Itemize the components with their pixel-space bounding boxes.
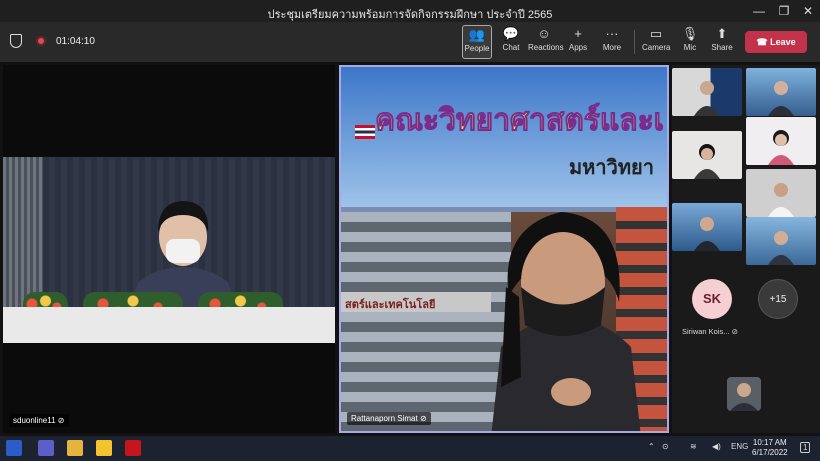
reactions-label: Reactions [528, 43, 564, 52]
participant-name: Siriwan Kois... ⊘ [682, 327, 738, 336]
participant-name-tag: sduonline11 ⊘ [9, 414, 69, 427]
windows-start-icon[interactable] [6, 440, 22, 456]
speaker-name: Rattanaporn Simat [351, 414, 418, 423]
apps-label: Apps [568, 43, 588, 52]
mic-label: Mic [683, 43, 697, 52]
participant-thumbnail [768, 183, 794, 217]
speaker-name-tag: Rattanaporn Simat ⊘ [347, 412, 431, 425]
more-participants-button[interactable]: +15 [758, 279, 798, 319]
gallery-tile[interactable] [746, 117, 816, 165]
conference-table [3, 307, 335, 343]
notification-badge[interactable]: 1 [800, 442, 811, 453]
language-indicator[interactable]: ENG [731, 442, 748, 451]
people-icon: 👥 [468, 27, 486, 42]
reactions-button[interactable]: ☺ Reactions [528, 25, 564, 59]
participant-gallery: SK +15 Siriwan Kois... ⊘ [672, 65, 820, 433]
video-stage: sduonline11 ⊘ คณะวิทยาศาสตร์และเ มหาวิทย… [0, 62, 820, 436]
participant-name-text: Siriwan Kois... [682, 327, 730, 336]
teams-icon[interactable] [38, 440, 54, 456]
leave-button[interactable]: ☎ Leave [745, 31, 807, 53]
participant-name: sduonline11 [13, 416, 56, 425]
windows-taskbar: ⌃ ⊙ ≋ ◀) ENG 10:17 AM 6/17/2022 1 [0, 436, 820, 461]
muted-icon: ⊘ [57, 416, 65, 425]
shield-icon[interactable] [10, 34, 22, 48]
meeting-room-video [3, 157, 335, 343]
apps-button[interactable]: + Apps [565, 25, 591, 59]
minimize-button[interactable]: — [748, 2, 770, 20]
clock-date: 6/17/2022 [752, 448, 788, 457]
participant-thumbnail [768, 130, 794, 165]
gallery-tile[interactable] [746, 169, 816, 217]
restore-button[interactable]: ❐ [773, 2, 795, 20]
self-view[interactable] [727, 377, 761, 411]
more-label: More [602, 43, 622, 52]
participant-thumbnail [768, 231, 794, 265]
volume-icon[interactable]: ◀) [712, 442, 721, 451]
participant-thumbnail [768, 81, 794, 116]
faculty-banner-text: คณะวิทยาศาสตร์และเ [375, 104, 665, 138]
meeting-toolbar: 01:04:10 👥 People 💬 Chat ☺ Reactions + A… [0, 22, 820, 62]
pdf-reader-icon[interactable] [125, 440, 141, 456]
people-label: People [464, 44, 490, 53]
wifi-icon[interactable]: ≋ [690, 442, 697, 451]
gallery-tile[interactable] [672, 68, 742, 116]
apps-icon: + [574, 26, 582, 41]
chevron-up-icon[interactable]: ⌃ [648, 442, 655, 451]
video-tile-active-speaker[interactable]: คณะวิทยาศาสตร์และเ มหาวิทยา สตร์และเทคโน… [339, 65, 669, 433]
speaker-video [491, 212, 641, 431]
reactions-icon: ☺ [537, 26, 551, 41]
video-tile-sduonline11[interactable]: sduonline11 ⊘ [3, 65, 335, 433]
participant-thumbnail [694, 81, 720, 116]
meeting-timer: 01:04:10 [56, 35, 95, 47]
participant-thumbnail [694, 144, 720, 179]
people-button[interactable]: 👥 People [462, 25, 492, 59]
building-facade [341, 212, 511, 431]
toolbar-divider [634, 30, 635, 54]
more-button[interactable]: ··· More [599, 25, 625, 59]
file-explorer-icon[interactable] [67, 440, 83, 456]
gallery-tile[interactable] [672, 203, 742, 251]
camera-label: Camera [642, 43, 671, 52]
camera-button[interactable]: ▭ Camera [642, 25, 670, 59]
gallery-tile[interactable] [672, 131, 742, 179]
mic-off-icon: ⊘ [731, 327, 738, 336]
gallery-tile[interactable] [746, 68, 816, 116]
university-banner-text: มหาวิทยา [569, 157, 654, 179]
leave-label: Leave [770, 37, 796, 47]
meeting-status: 01:04:10 [10, 34, 95, 48]
thai-flag-icon [355, 125, 375, 139]
more-icon: ··· [605, 26, 619, 41]
share-label: Share [711, 43, 733, 52]
chat-icon: 💬 [502, 26, 520, 41]
gallery-tile[interactable] [746, 217, 816, 265]
recording-icon [36, 36, 46, 46]
muted-icon: ⊘ [419, 414, 427, 423]
sticky-notes-icon[interactable] [96, 440, 112, 456]
camera-off-icon: ▭ [649, 26, 663, 41]
close-button[interactable]: ✕ [797, 2, 819, 20]
building-sign: สตร์และเทคโนโลยี [341, 292, 491, 312]
network-icon[interactable]: ⊙ [662, 442, 669, 451]
share-icon: ⬆ [716, 26, 728, 41]
meeting-title: ประชุมเตรียมความพร้อมการจัดกิจกรรมฝึกษา … [267, 9, 553, 21]
participant-thumbnail [694, 217, 720, 251]
phone-hangup-icon: ☎ [756, 37, 771, 47]
clock-time: 10:17 AM [752, 438, 787, 447]
share-button[interactable]: ⬆ Share [710, 25, 734, 59]
title-bar: ประชุมเตรียมความพร้อมการจัดกิจกรรมฝึกษา … [0, 0, 820, 22]
chat-label: Chat [502, 43, 520, 52]
chat-button[interactable]: 💬 Chat [497, 25, 525, 59]
mic-button[interactable]: 🎙 Mic [679, 25, 701, 59]
avatar[interactable]: SK [692, 279, 732, 319]
taskbar-clock[interactable]: 10:17 AM 6/17/2022 [752, 438, 788, 458]
mic-off-icon: 🎙 [681, 26, 699, 41]
